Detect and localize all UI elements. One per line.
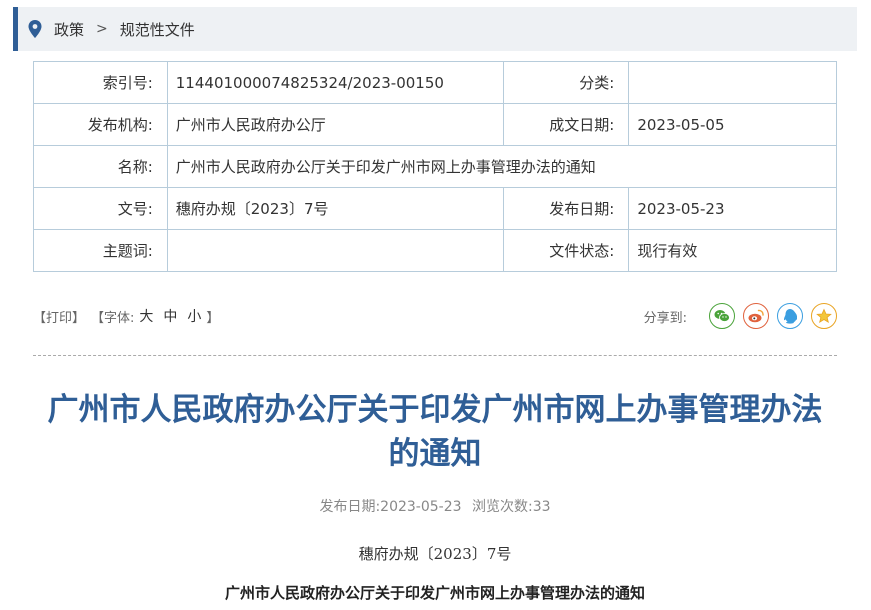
document-number-value: 穗府办规〔2023〕7号 <box>166 187 504 230</box>
issuing-agency-label: 发布机构: <box>33 103 168 146</box>
view-count-value: 33 <box>532 499 551 515</box>
index-number-label: 索引号: <box>33 61 168 104</box>
print-button[interactable]: 【打印】 <box>33 307 85 326</box>
qq-icon <box>784 309 797 324</box>
table-row: 文号: 穗府办规〔2023〕7号 发布日期: 2023-05-23 <box>33 187 837 230</box>
document-number-label: 文号: <box>33 187 168 230</box>
table-row: 发布机构: 广州市人民政府办公厅 成文日期: 2023-05-05 <box>33 103 837 146</box>
issuing-agency-value: 广州市人民政府办公厅 <box>166 103 504 146</box>
table-row: 主题词: 文件状态: 现行有效 <box>33 229 837 272</box>
breadcrumb-item-policy[interactable]: 政策 <box>54 19 84 40</box>
table-row: 名称: 广州市人民政府办公厅关于印发广州市网上办事管理办法的通知 <box>33 145 838 188</box>
breadcrumb: 政策 > 规范性文件 <box>13 7 857 51</box>
publish-date-label: 发布日期: <box>319 499 381 515</box>
category-label: 分类: <box>502 61 630 104</box>
font-size-suffix: 】 <box>206 310 220 326</box>
publish-date-value: 2023-05-23 <box>380 499 462 515</box>
font-size-large-button[interactable]: 大 <box>139 306 153 326</box>
view-count-label: 浏览次数: <box>472 499 533 515</box>
breadcrumb-item-normative-documents[interactable]: 规范性文件 <box>120 19 195 40</box>
keywords-label: 主题词: <box>33 229 168 272</box>
wechat-icon <box>714 310 730 322</box>
publish-info: 发布日期:2023-05-23 浏览次数:33 <box>33 496 837 516</box>
index-number-value: 114401000074825324/2023-00150 <box>166 61 504 104</box>
add-favorite-button[interactable] <box>811 303 837 329</box>
table-row: 索引号: 114401000074825324/2023-00150 分类: <box>33 61 837 104</box>
article-title-line-1: 广州市人民政府办公厅关于印发广州市网上办事管理办法 <box>47 392 823 428</box>
document-heading: 广州市人民政府办公厅关于印发广州市网上办事管理办法的通知 <box>224 584 645 602</box>
article-title: 广州市人民政府办公厅关于印发广州市网上办事管理办法 的通知 <box>20 388 850 476</box>
written-date-label: 成文日期: <box>502 103 630 146</box>
share-bar: 分享到: <box>644 300 837 332</box>
share-label: 分享到: <box>643 310 687 326</box>
font-size-small-button[interactable]: 小 <box>187 306 201 326</box>
chevron-right-icon: > <box>96 21 108 37</box>
document-status-label: 文件状态: <box>502 229 630 272</box>
written-date-value: 2023-05-05 <box>628 103 837 146</box>
share-wechat-button[interactable] <box>709 303 735 329</box>
document-name-value: 广州市人民政府办公厅关于印发广州市网上办事管理办法的通知 <box>166 145 838 188</box>
document-metadata-table: 索引号: 114401000074825324/2023-00150 分类: 发… <box>33 61 838 272</box>
share-weibo-button[interactable] <box>743 303 769 329</box>
category-value <box>628 61 837 104</box>
share-qq-button[interactable] <box>777 303 803 329</box>
keywords-value <box>166 229 504 272</box>
weibo-icon <box>748 309 764 323</box>
location-pin-icon <box>28 20 42 38</box>
font-size-medium-button[interactable]: 中 <box>163 306 177 326</box>
publish-date-value: 2023-05-23 <box>628 187 837 230</box>
article-title-line-2: 的通知 <box>388 436 482 472</box>
document-status-value: 现行有效 <box>628 229 837 272</box>
publish-date-label: 发布日期: <box>502 187 630 230</box>
star-icon <box>816 308 832 323</box>
font-size-prefix: 【字体: <box>91 310 135 326</box>
document-number: 穗府办规〔2023〕7号 <box>358 545 512 563</box>
document-name-label: 名称: <box>33 145 168 188</box>
section-divider <box>33 355 837 356</box>
article-toolbar: 【打印】 【字体: 大 中 小 】 分享到: <box>33 300 837 332</box>
